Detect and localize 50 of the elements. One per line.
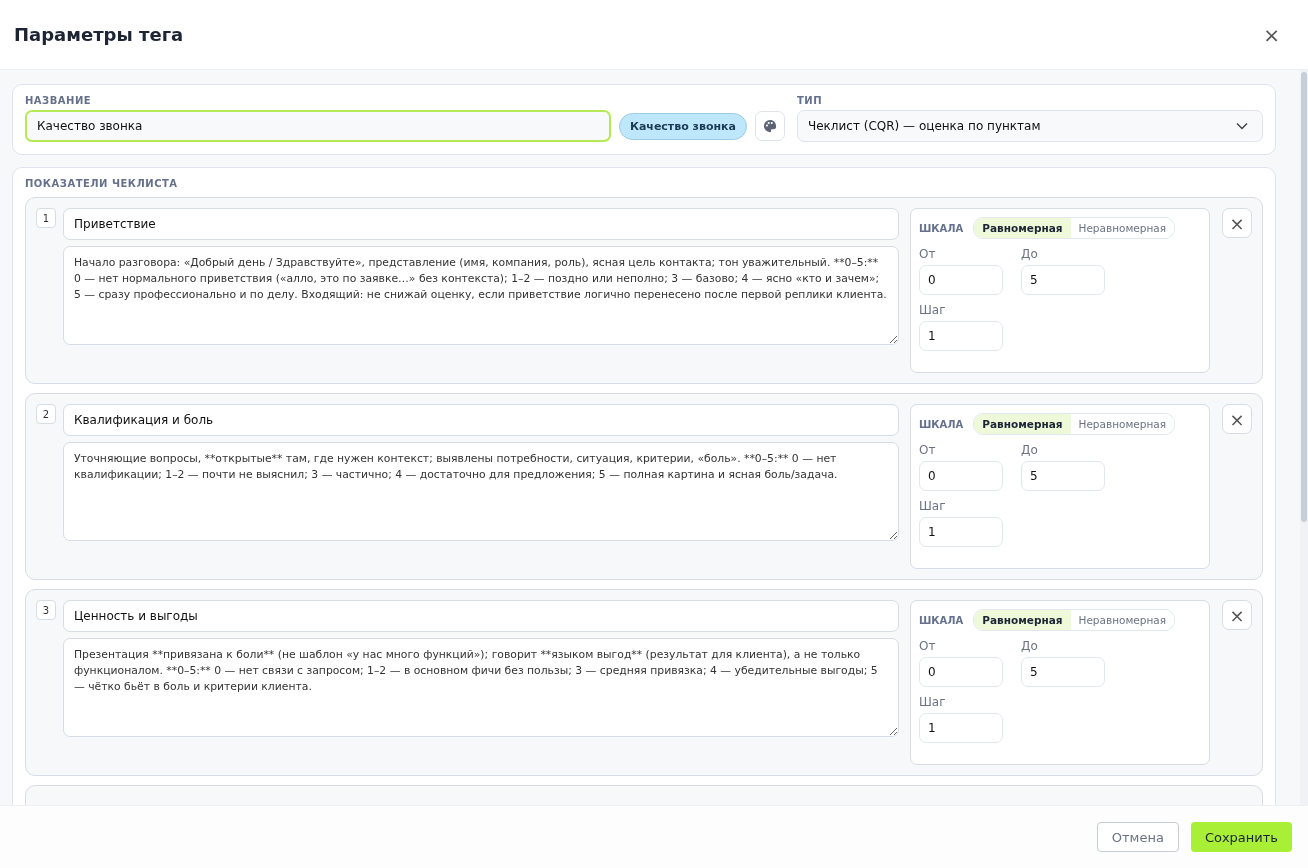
scale-label: ШКАЛА bbox=[919, 614, 964, 626]
field-label: От bbox=[919, 443, 937, 457]
section-label: ПОКАЗАТЕЛИ ЧЕКЛИСТА bbox=[25, 178, 179, 189]
remove-button[interactable]: × bbox=[1222, 208, 1252, 238]
from-field[interactable]: 0 bbox=[919, 461, 1003, 491]
palette-icon bbox=[763, 119, 777, 133]
chevron-icon bbox=[1236, 122, 1248, 130]
remove-button[interactable]: × bbox=[1222, 404, 1252, 434]
field-label: До bbox=[1021, 639, 1039, 653]
dialog-title: Параметры тега bbox=[14, 24, 184, 45]
palette-button[interactable] bbox=[755, 111, 785, 141]
step-field[interactable]: 1 bbox=[919, 321, 1003, 351]
item-number: 3 bbox=[36, 600, 56, 620]
to-field[interactable]: 5 bbox=[1021, 265, 1105, 295]
from-field[interactable]: 0 bbox=[919, 265, 1003, 295]
save-button[interactable]: Сохранить bbox=[1190, 822, 1292, 852]
scale-option[interactable]: Равномерная bbox=[974, 414, 1071, 434]
cancel-button[interactable]: Отмена bbox=[1096, 822, 1179, 852]
title-field[interactable]: Приветствие bbox=[63, 208, 899, 240]
scale-label: ШКАЛА bbox=[919, 418, 964, 430]
field-label: От bbox=[919, 247, 937, 261]
remove-button[interactable]: × bbox=[1222, 600, 1252, 630]
title-field[interactable]: Квалификация и боль bbox=[63, 404, 899, 436]
description-field[interactable]: Начало разговора: «Добрый день / Здравствуйте», представление (имя, компания, роль), ясная цель контакта; тон уважительный. **0–5:** 0 — нет нормального приветствия («алло, это по заявке…» без контекста); 1–2 — поздно или неполно; 3 — базово; 4 — ясно «кто и зачем»; 5 — сразу профессионально и по делу. Входящий: не снижай оценку, если приветствие логично перенесено после первой реплики клиента. bbox=[63, 246, 899, 345]
field-label: Шаг bbox=[919, 695, 947, 709]
section-label: НАЗВАНИЕ bbox=[25, 95, 93, 106]
type-select[interactable]: Чеклист (CQR) — оценка по пунктам bbox=[797, 110, 1263, 142]
step-field[interactable]: 1 bbox=[919, 713, 1003, 743]
close-button[interactable]: × bbox=[1259, 22, 1284, 47]
description-field[interactable]: Уточняющие вопросы, **открытые** там, где нужен контекст; выявлены потребности, ситуация, критерии, «боль». **0–5:** 0 — нет квалификации; 1–2 — почти не выяснил; 3 — частично; 4 — достаточно для предложения; 5 — полная картина и ясная боль/задача. bbox=[63, 442, 899, 541]
from-field[interactable]: 0 bbox=[919, 657, 1003, 687]
tag-preview: Качество звонка bbox=[618, 112, 747, 140]
section-label: ТИП bbox=[797, 95, 824, 106]
field-label: Шаг bbox=[919, 499, 947, 513]
description-field[interactable]: Презентация **привязана к боли** (не шаблон «у нас много функций»); говорит **языком выгод** (результат для клиента), а не только функционалом. **0–5:** 0 — нет связи с запросом; 1–2 — в основном фичи без пользы; 3 — средняя привязка; 4 — убедительные выгоды; 5 — чётко бьёт в боль и критерии клиента. bbox=[63, 638, 899, 737]
field-label: Шаг bbox=[919, 303, 947, 317]
scale-option[interactable]: Равномерная bbox=[974, 610, 1071, 630]
field-label: От bbox=[919, 639, 937, 653]
scrollbar[interactable] bbox=[1300, 70, 1308, 805]
name-field[interactable]: Качество звонка bbox=[25, 110, 611, 142]
item-number: 1 bbox=[36, 208, 56, 228]
step-field[interactable]: 1 bbox=[919, 517, 1003, 547]
to-field[interactable]: 5 bbox=[1021, 461, 1105, 491]
scale-label: ШКАЛА bbox=[919, 222, 964, 234]
field-label: До bbox=[1021, 443, 1039, 457]
to-field[interactable]: 5 bbox=[1021, 657, 1105, 687]
item-number: 2 bbox=[36, 404, 56, 424]
field-label: До bbox=[1021, 247, 1039, 261]
title-field[interactable]: Ценность и выгоды bbox=[63, 600, 899, 632]
scale-option[interactable]: Равномерная bbox=[974, 218, 1071, 238]
